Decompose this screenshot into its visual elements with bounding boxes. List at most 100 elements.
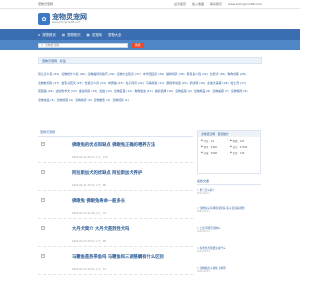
tag-link[interactable]: 宠物用品 (8) <box>194 87 211 96</box>
chart-icon: ▪ <box>230 145 232 148</box>
search-icon: ⚲ <box>41 42 44 47</box>
logo-title: 宠物灵宠网 <box>52 13 87 21</box>
top-bar-links: 设为首页 加入收藏 联系我们 www.zhongmiu88.com <box>174 2 262 6</box>
tag-link[interactable]: 宠物领养 (1) <box>112 96 129 105</box>
set-homepage-link[interactable]: 设为首页 <box>174 2 186 6</box>
nav-item-knowledge[interactable]: ▤ 宠物知识 <box>61 32 81 38</box>
tag-link[interactable]: 宠物训练 (4) <box>57 96 74 105</box>
tag-link[interactable]: 泰迪犬美容 (18) <box>207 79 228 88</box>
article-meta: 2024-02-13 13:07 人气：68 <box>72 240 107 243</box>
site-url[interactable]: www.zhongmiu88.com <box>228 2 262 6</box>
article-title[interactable]: 马鞭鱼是热带鱼吗 马鞭鱼和三湖慈鲷有什么区别 <box>72 254 164 260</box>
tag-link[interactable]: 宠物医院 (9) <box>175 87 192 96</box>
tag-link[interactable]: 宠物疫苗 (12) <box>114 87 132 96</box>
search-bar: ⚲ 宠物灵宠网 搜索 <box>0 40 300 50</box>
tag-link[interactable]: 宠物蛇饲养 (27) <box>38 79 59 88</box>
home-icon: ⌂ <box>38 32 41 37</box>
article-title[interactable]: 阿拉斯加犬的优缺点 阿拉斯加犬养护 <box>72 170 142 176</box>
top-bar: 宠物灵宠网 设为首页 加入收藏 联系我们 www.zhongmiu88.com <box>0 0 300 9</box>
chart-icon: ▪ <box>201 151 203 154</box>
chart-icon: ▪ <box>201 139 203 142</box>
sidebar-list-item[interactable]: 3上班不能带宠物么 2024-02-12 <box>197 226 261 233</box>
stat-item: ▪ 文章：3608 <box>201 151 217 155</box>
nav-item-home[interactable]: ⌂ 宠物首页 <box>38 32 56 38</box>
article-meta: 2024-02-11 09:13 人气：134 <box>72 156 108 159</box>
sidebar-list-item[interactable]: 2宠物兔子有哪些常见病 兔子常见病预防 2024-02-11 <box>197 206 261 213</box>
stat-item: ▪ 总计：27342 <box>230 145 248 149</box>
tag-link[interactable]: 乌龟喂食 (21) <box>146 79 164 88</box>
stats-panel: 宠物灵宠网 · 更新统计 ▪ 今日：14 ▪ 本周：147 ▪ 本月：2426 ▪ 总计… <box>197 130 261 174</box>
grid-icon: ▦ <box>86 32 90 37</box>
chart-icon: ▪ <box>201 145 203 148</box>
tag-link[interactable]: 猫砂选择 (10) <box>155 87 173 96</box>
tag-link[interactable]: 比熊犬 (30) <box>210 70 226 79</box>
search-input[interactable]: ⚲ 宠物灵宠网 <box>38 42 128 48</box>
list-item[interactable]: ▫ 阿拉斯加犬的优缺点 阿拉斯加犬养护 2024-02-11 10:32 人气：… <box>38 166 193 191</box>
item-date: 2024-02-13 <box>197 250 210 253</box>
site-header: ✿ 宠物灵宠网 www.zhongmiu88.com <box>0 9 300 29</box>
stat-item: ▪ 今日：14 <box>201 139 214 143</box>
latest-articles-heading: 最新文章 <box>197 179 261 185</box>
search-button[interactable]: 搜索 <box>132 42 144 48</box>
tag-link[interactable]: 鹦鹉学说话 (20) <box>166 79 187 88</box>
tag-link[interactable]: 吊兰怎么养 (43) <box>38 70 59 79</box>
contact-link[interactable]: 联系我们 <box>210 2 222 6</box>
article-title[interactable]: 佛眼兔的优点和缺点 佛眼兔正确的喂养方法 <box>72 142 155 148</box>
tag-link[interactable]: 宠物猫饲养技巧 (39) <box>88 70 115 79</box>
tag-link[interactable]: 边境牧羊犬 (15) <box>56 87 77 96</box>
tag-link[interactable]: 宠物大全知识 (37) <box>117 70 141 79</box>
tag-link[interactable]: 布偶猫 (23) <box>108 79 124 88</box>
tag-link[interactable]: 仓鼠怎么养 (24) <box>85 79 106 88</box>
tag-link[interactable]: 金毛寻回犬 (25) <box>61 79 82 88</box>
tag-link[interactable]: 柯基多少钱 (32) <box>187 70 208 79</box>
item-date: 2024-02-12 <box>197 230 210 233</box>
add-favorite-link[interactable]: 加入收藏 <box>192 2 204 6</box>
tag-links: 吊兰怎么养 (43) 宠物吃什么好 (40) 宠物猫饲养技巧 (39) 宠物大全… <box>38 70 262 104</box>
site-logo[interactable]: ✿ 宠物灵宠网 www.zhongmiu88.com <box>38 13 87 25</box>
stat-item: ▪ 本月：2426 <box>201 145 217 149</box>
list-item[interactable]: ▫ 佛眼兔 佛眼兔寿命一般多长 2024-02-12 11:46 人气：75 <box>38 194 193 219</box>
item-date: 2024-02-11 <box>197 192 210 195</box>
image-icon: ▫ <box>41 142 45 146</box>
tag-link[interactable]: 狗狗训练 (28) <box>227 70 245 79</box>
article-title[interactable]: 大丹犬简介 大丹犬是烈性犬吗 <box>72 226 129 232</box>
article-title[interactable]: 佛眼兔 佛眼兔寿命一般多长 <box>72 198 125 204</box>
tag-link[interactable]: 猫咪饲养 (35) <box>166 70 184 79</box>
tag-link[interactable]: 萨摩耶 (19) <box>190 79 206 88</box>
list-item[interactable]: ▫ 大丹犬简介 大丹犬是烈性犬吗 2024-02-13 13:07 人气：68 <box>38 222 193 247</box>
tag-link[interactable]: 宠物食品 (5) <box>38 96 55 105</box>
chart-icon: ▪ <box>230 139 232 142</box>
paw-icon: ✿ <box>38 13 50 25</box>
tag-link[interactable]: 宠物吃什么好 (40) <box>61 70 85 79</box>
article-meta: 2024-02-12 11:46 人气：75 <box>72 212 107 215</box>
tag-link[interactable]: 金鱼饲养 (14) <box>79 87 97 96</box>
nav-item-spirit-pets[interactable]: ▦ 灵宠网 <box>86 32 102 38</box>
tag-link[interactable]: 中华田园犬 (36) <box>143 70 164 79</box>
item-date: 2024-02-11 <box>197 210 210 213</box>
tag-link[interactable]: 宠物保险 (6) <box>231 87 248 96</box>
article-list-title: 宠物灵宠网 <box>40 130 56 134</box>
image-icon: ▫ <box>41 226 45 230</box>
book-icon: ▤ <box>61 32 65 37</box>
list-item[interactable]: ▫ 佛眼兔的优点和缺点 佛眼兔正确的喂养方法 2024-02-11 09:13 … <box>38 138 193 163</box>
tag-link[interactable]: 宠物寄养 (3) <box>75 96 92 105</box>
main-nav: ⌂ 宠物首页 ▤ 宠物知识 ▦ 灵宠网 宠物大全 <box>0 29 300 40</box>
tag-link[interactable]: 宠物美容 (7) <box>212 87 229 96</box>
tag-link[interactable]: 宠物摄影 (2) <box>94 96 111 105</box>
tag-link[interactable]: 龙猫 (13) <box>99 87 112 96</box>
tag-link[interactable]: 哈士奇 (17) <box>230 79 246 88</box>
tag-link[interactable]: 英短猫 (16) <box>38 87 54 96</box>
tag-strip: 宠物灵宠网 · 标签 <box>38 57 262 64</box>
item-date: 2024-02-13 <box>197 270 210 273</box>
image-icon: ▫ <box>41 170 45 174</box>
logo-subtitle: www.zhongmiu88.com <box>52 21 81 24</box>
tag-link[interactable]: 狗狗驱虫 (11) <box>134 87 152 96</box>
sidebar-list-item[interactable]: 5宠物猫怎么训练上厕所 2024-02-13 <box>197 266 261 273</box>
sidebar-list-item[interactable]: 4养金毛犬需要注意什么 2024-02-13 <box>197 246 261 253</box>
sidebar-list-item[interactable]: 1吊兰怎么养？ 2024-02-11 <box>197 188 261 195</box>
tag-link[interactable]: 兔子饲养 (22) <box>125 79 143 88</box>
nav-item-encyclopedia[interactable]: 宠物大全 <box>108 32 122 37</box>
list-item[interactable]: ▫ 马鞭鱼是热带鱼吗 马鞭鱼和三湖慈鲷有什么区别 2024-02-13 13:5… <box>38 250 193 275</box>
stat-item: ▪ 本周：147 <box>230 139 245 143</box>
top-bar-site-name: 宠物灵宠网 <box>38 2 54 6</box>
